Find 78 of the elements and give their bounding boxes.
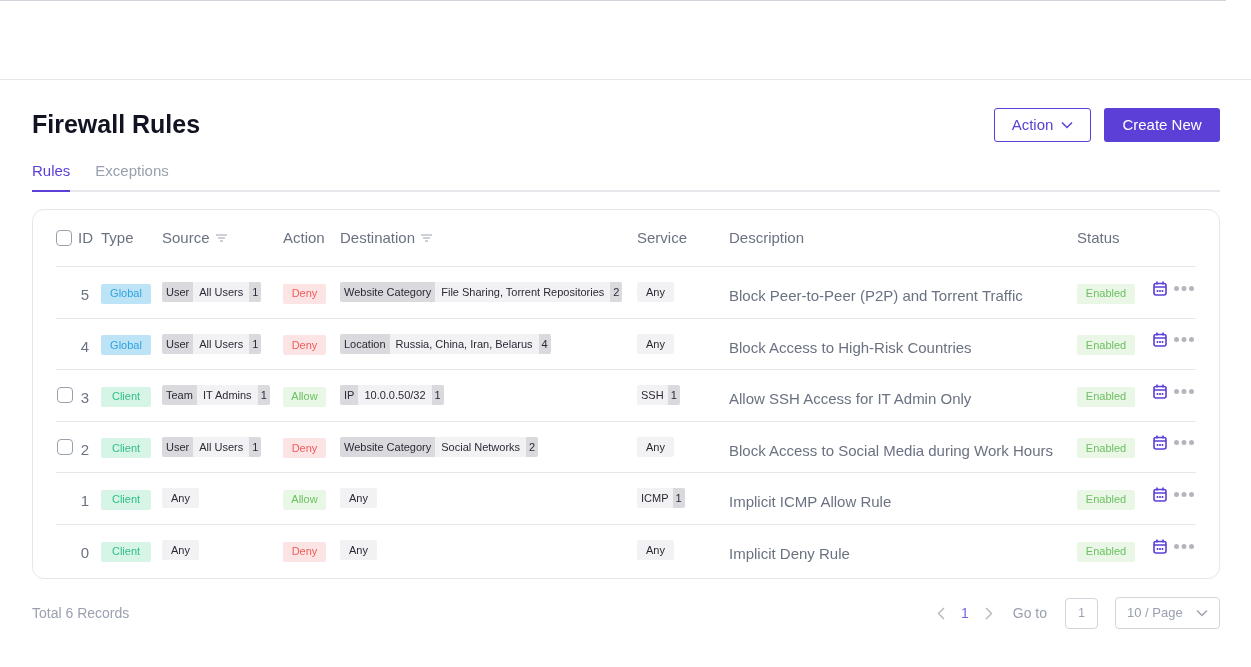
column-header: Type (101, 227, 134, 248)
calendar-icon[interactable] (1153, 435, 1167, 451)
status-badge: Enabled (1077, 335, 1135, 355)
chevron-down-icon (1061, 120, 1074, 129)
status-badge: Enabled (1077, 283, 1135, 304)
calendar-icon[interactable] (1153, 383, 1167, 399)
page-title: Firewall Rules (32, 109, 201, 140)
previous-page-icon[interactable] (936, 606, 945, 620)
total-records-text: Total 6 Records (32, 603, 130, 623)
table-cell: Implicit Deny Rule (729, 545, 850, 563)
table-cell: Allow SSH Access for IT Admin Only (729, 390, 972, 408)
action-badge: Deny (283, 335, 326, 355)
action-badge: Allow (283, 386, 326, 407)
type-badge: Client (101, 489, 151, 510)
column-header: Source (162, 227, 210, 248)
type-badge: Global (101, 335, 151, 355)
calendar-icon[interactable] (1153, 486, 1167, 502)
column-header: Destination (340, 227, 416, 248)
status-badge: Enabled (1077, 438, 1135, 458)
more-options-icon[interactable] (1174, 388, 1194, 394)
column-header: Status (1077, 227, 1120, 248)
source-tag: Any (162, 540, 199, 561)
source-tag: Any (162, 488, 199, 509)
column-header: Service (637, 227, 688, 248)
checkbox[interactable] (57, 438, 73, 455)
column-header: Description (729, 227, 805, 248)
more-options-icon[interactable] (1174, 491, 1194, 497)
service-tag: Any (637, 540, 674, 561)
destination-tag: Website Category Social Networks 2 (340, 436, 539, 457)
destination-tag: Any (340, 488, 377, 509)
type-badge: Global (101, 283, 151, 304)
tab[interactable]: Exceptions (95, 159, 169, 192)
table-cell-text: 4 (80, 336, 89, 357)
type-badge: Client (101, 386, 151, 407)
action-badge: Deny (283, 438, 326, 458)
action-badge: Deny (283, 283, 326, 304)
more-options-icon[interactable] (1174, 440, 1194, 446)
filter-icon[interactable] (421, 234, 433, 242)
go-to-label: Go to (1012, 603, 1047, 623)
next-page-icon[interactable] (984, 606, 993, 620)
type-badge: Client (101, 438, 151, 458)
table-cell-text: 5 (80, 285, 89, 305)
page-number[interactable]: 1 (960, 602, 969, 624)
type-badge: Client (101, 541, 151, 562)
table-cell: Block Access to High-Risk Countries (729, 338, 972, 356)
table-cell-text: 0 (80, 543, 89, 563)
table-cell-text: 1 (80, 491, 89, 511)
chevron-down-icon (1196, 609, 1208, 617)
action-dropdown-button[interactable]: Action (994, 107, 1091, 142)
filter-icon[interactable] (215, 234, 227, 242)
action-badge: Allow (283, 489, 326, 510)
page-input-field[interactable]: 1 (1065, 597, 1098, 629)
table-cell-text: 2 (80, 439, 89, 460)
calendar-icon[interactable] (1153, 332, 1167, 348)
calendar-icon[interactable] (1153, 538, 1167, 554)
service-tag: Any (637, 282, 674, 303)
more-options-icon[interactable] (1174, 543, 1194, 549)
tab[interactable]: Rules (32, 159, 71, 192)
table-cell: Block Access to Social Media during Work Hours (729, 441, 1054, 459)
service-tag: Any (637, 436, 674, 457)
table-cell: Implicit ICMP Allow Rule (729, 493, 892, 511)
service-tag: Any (637, 333, 674, 354)
column-header: ID (78, 227, 93, 248)
status-badge: Enabled (1077, 541, 1135, 562)
more-options-icon[interactable] (1174, 337, 1194, 343)
table-cell-text: 3 (80, 388, 89, 408)
status-badge: Enabled (1077, 489, 1135, 510)
status-badge: Enabled (1077, 386, 1135, 407)
create-new-button[interactable]: Create New (1104, 107, 1220, 142)
action-badge: Deny (283, 541, 326, 562)
checkbox[interactable] (56, 230, 72, 246)
checkbox[interactable] (57, 387, 73, 404)
destination-tag: Any (340, 540, 377, 561)
calendar-icon[interactable] (1153, 280, 1167, 296)
table-cell: Block Peer-to-Peer (P2P) and Torrent Traffic (729, 287, 1023, 305)
more-options-icon[interactable] (1174, 285, 1194, 291)
page-size-dropdown[interactable]: 10 / Page (1115, 597, 1220, 629)
column-header: Action (283, 227, 325, 248)
